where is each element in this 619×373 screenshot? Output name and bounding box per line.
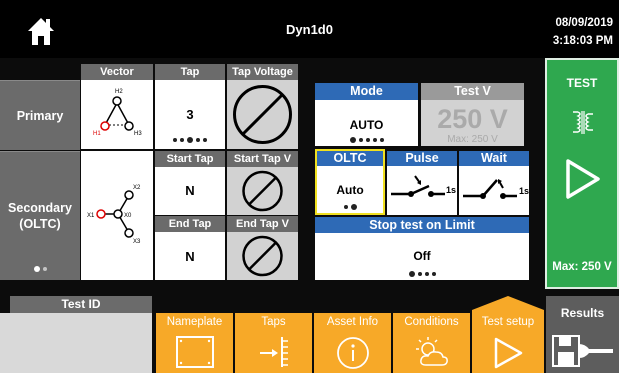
- tab-test-setup-label: Test setup: [481, 316, 535, 328]
- app-screen: Dyn1d0 08/09/2019 3:18:03 PM Primary Sec…: [0, 0, 619, 373]
- end-tap-selector[interactable]: N: [155, 232, 225, 280]
- tab-nameplate-label: Nameplate: [166, 316, 223, 328]
- mode-selector[interactable]: AUTO: [315, 100, 418, 146]
- page-title: Dyn1d0: [286, 22, 333, 37]
- oltc-header: OLTC: [317, 151, 383, 166]
- transformer-icon: [573, 111, 593, 134]
- tab-asset-info-label: Asset Info: [326, 316, 379, 328]
- oltc-selector[interactable]: OLTC Auto: [315, 149, 385, 215]
- mode-page-dots: [315, 137, 418, 143]
- h1-label: H1: [93, 131, 101, 137]
- tab-test-setup[interactable]: Test setup: [472, 296, 544, 373]
- results-icon: [552, 335, 613, 367]
- test-v-value: 250 V: [437, 104, 508, 134]
- pulse-header: Pulse: [387, 151, 457, 166]
- not-available-icon: [242, 170, 283, 212]
- primary-tap-value: 3: [186, 107, 194, 122]
- oltc-value: Auto: [336, 183, 364, 197]
- primary-tap-selector[interactable]: 3: [155, 80, 225, 149]
- secondary-row-label[interactable]: Secondary (OLTC): [0, 151, 80, 280]
- stop-on-limit-header: Stop test on Limit: [315, 217, 529, 233]
- stop-on-limit-value: Off: [413, 249, 431, 263]
- end-tap-v-header: End Tap V: [227, 216, 298, 232]
- wait-duration: 1s: [519, 186, 529, 196]
- test-max-voltage: Max: 250 V: [552, 261, 612, 273]
- h2-label: H2: [115, 89, 123, 95]
- secondary-label-sub: (OLTC): [19, 217, 61, 231]
- play-icon: [566, 159, 600, 199]
- results-button[interactable]: Results: [546, 296, 619, 373]
- x2-label: X2: [133, 185, 141, 191]
- mode-value: AUTO: [349, 118, 384, 132]
- start-tap-v-cell: [227, 167, 298, 215]
- wait-selector[interactable]: 1s: [459, 166, 529, 215]
- pulse-selector[interactable]: 1s: [387, 166, 457, 215]
- tab-nameplate[interactable]: Nameplate: [156, 313, 233, 373]
- switch-closed-icon: 1s: [391, 175, 456, 197]
- primary-vector-cell: H2 H1 H3: [81, 80, 153, 149]
- tap-page-dots: [155, 137, 225, 143]
- play-icon: [494, 337, 523, 369]
- tab-conditions-label: Conditions: [404, 316, 459, 328]
- time-text: 3:18:03 PM: [552, 35, 613, 47]
- start-tap-header: Start Tap: [155, 151, 225, 167]
- secondary-label-text: Secondary: [8, 201, 72, 215]
- stop-on-limit-selector[interactable]: Off: [315, 233, 529, 280]
- tab-taps-label: Taps: [261, 316, 286, 328]
- start-tap-v-header: Start Tap V: [227, 151, 298, 167]
- test-v-max: Max: 250 V: [447, 134, 498, 145]
- primary-row-label[interactable]: Primary: [0, 80, 80, 150]
- h3-label: H3: [134, 131, 142, 137]
- taps-icon: [259, 337, 288, 367]
- primary-label-text: Primary: [16, 108, 64, 123]
- tap-voltage-cell: [227, 80, 298, 149]
- x0-label: X0: [124, 213, 132, 219]
- tab-asset-info[interactable]: Asset Info: [314, 313, 391, 373]
- tap-header: Tap: [155, 64, 225, 80]
- test-id-input[interactable]: [0, 313, 152, 373]
- vector-header: Vector: [81, 64, 153, 80]
- start-tap-selector[interactable]: N: [155, 167, 225, 215]
- date-text: 08/09/2019: [555, 17, 613, 29]
- info-icon: [336, 337, 369, 369]
- mode-header: Mode: [315, 83, 418, 100]
- results-label: Results: [560, 306, 605, 320]
- test-voltage-field: 250 V Max: 250 V: [421, 100, 524, 146]
- test-id-label: Test ID: [10, 296, 152, 313]
- x1-label: X1: [87, 213, 95, 219]
- wait-header: Wait: [459, 151, 529, 166]
- end-tap-header: End Tap: [155, 216, 225, 232]
- start-tap-value: N: [185, 183, 195, 198]
- oltc-page-dots: [317, 204, 383, 210]
- not-available-icon: [233, 85, 292, 144]
- delta-vector-icon: H2 H1 H3: [93, 89, 142, 137]
- top-bar: Dyn1d0 08/09/2019 3:18:03 PM: [0, 0, 619, 58]
- tab-taps[interactable]: Taps: [235, 313, 312, 373]
- conditions-icon: [415, 337, 448, 366]
- tab-conditions[interactable]: Conditions: [393, 313, 470, 373]
- tap-voltage-header: Tap Voltage: [227, 64, 298, 80]
- test-label: TEST: [566, 76, 598, 90]
- pulse-duration: 1s: [446, 185, 456, 195]
- end-tap-v-cell: [227, 232, 298, 280]
- nameplate-icon: [175, 336, 214, 368]
- test-v-header: Test V: [421, 83, 524, 100]
- end-tap-value: N: [185, 249, 195, 264]
- star-vector-icon: X1 X0 X2 X3: [87, 185, 141, 245]
- x3-label: X3: [133, 239, 141, 245]
- test-start-panel[interactable]: TEST Max: 250 V: [545, 58, 619, 289]
- stop-limit-page-dots: [315, 271, 529, 277]
- datetime: 08/09/2019 3:18:03 PM: [553, 14, 613, 50]
- switch-open-icon: 1s: [463, 179, 529, 199]
- secondary-page-dots: [34, 266, 47, 272]
- secondary-vector-cell: X1 X0 X2 X3: [81, 151, 153, 280]
- not-available-icon: [242, 235, 283, 277]
